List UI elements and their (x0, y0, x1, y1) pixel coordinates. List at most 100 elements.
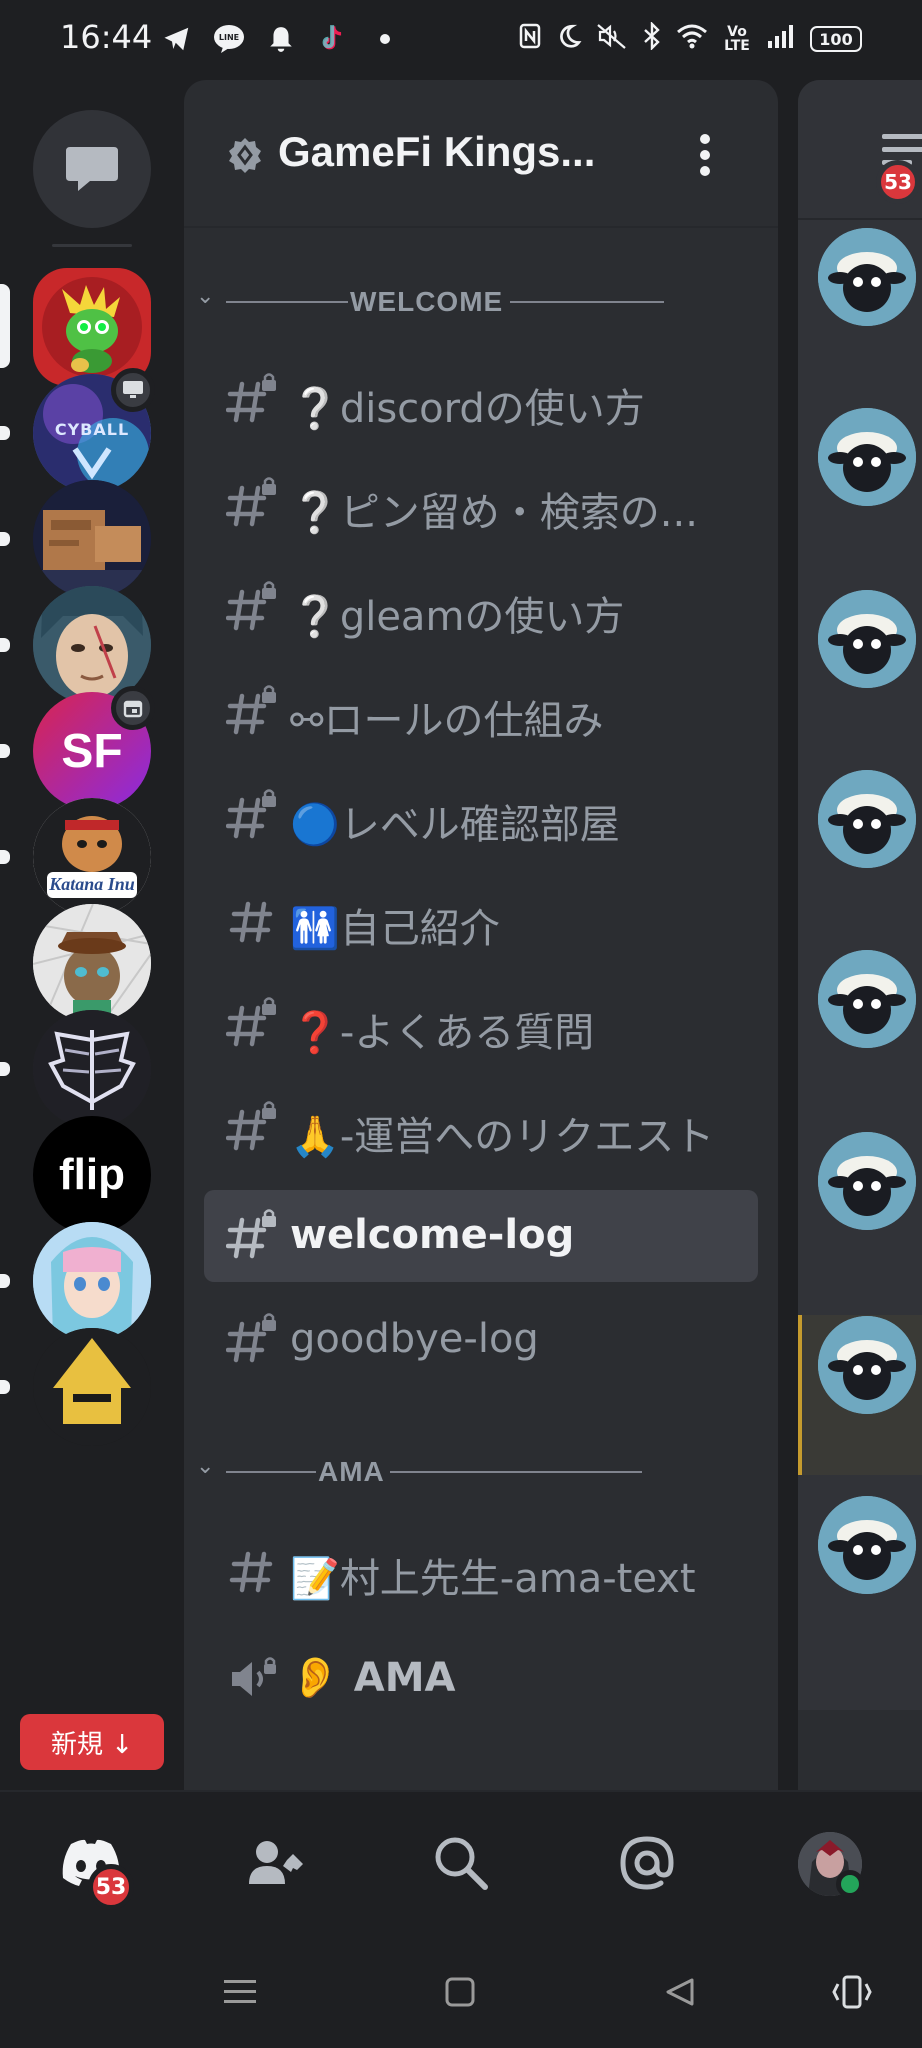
channel-welcome-log[interactable]: welcome-log (204, 1190, 758, 1282)
more-options-icon[interactable] (690, 130, 720, 180)
category-rule (226, 301, 348, 303)
server-rabbit-club[interactable] (33, 904, 151, 1022)
server-katana-inu[interactable]: Katana Inu (33, 798, 151, 916)
channel-name: ❔discordの使い方 (290, 386, 645, 432)
message-avatar[interactable] (818, 1496, 916, 1594)
category-welcome[interactable]: ⌄ WELCOME (184, 282, 778, 322)
dot-icon (368, 22, 402, 56)
line-label: LINE (219, 33, 239, 42)
channel-faq[interactable]: ❓-よくある質問 (204, 978, 758, 1070)
channel-emoji: 🔵 (290, 802, 340, 848)
katana-inu-icon (33, 798, 151, 916)
chat-bubble-icon (66, 147, 118, 191)
bell-icon (264, 22, 298, 56)
server-anime-girl[interactable] (33, 1222, 151, 1340)
sheep-avatar-icon (818, 590, 916, 688)
online-status-indicator (836, 1870, 864, 1898)
channel-emoji: 🚻 (290, 906, 340, 952)
category-label: AMA (318, 1456, 385, 1487)
locked-text-channel-icon (226, 1101, 276, 1151)
active-server-pill (0, 284, 10, 368)
channel-goodbye-log[interactable]: goodbye-log (204, 1294, 758, 1386)
server-samurai[interactable] (33, 1328, 151, 1446)
channel-name: 📝村上先生-ama-text (290, 1556, 696, 1602)
channel-introduction[interactable]: 🚻自己紹介 (204, 874, 758, 966)
sheep-avatar-icon (818, 950, 916, 1048)
rabbit-avatar-icon (33, 904, 151, 1022)
locked-text-channel-icon (226, 1209, 276, 1259)
message-avatar[interactable] (818, 228, 916, 326)
recents-menu-icon[interactable] (220, 1972, 260, 2012)
wifi-icon (676, 23, 708, 55)
locked-text-channel-icon (226, 581, 276, 631)
home-square-icon[interactable] (440, 1972, 480, 2012)
notification-icons: LINE (160, 22, 402, 56)
nav-friends[interactable] (242, 1828, 312, 1898)
category-ama[interactable]: ⌄ AMA (184, 1452, 778, 1492)
wings-emblem-icon (33, 1010, 151, 1128)
chevron-down-icon: ⌄ (196, 1454, 215, 1479)
friends-icon (249, 1841, 303, 1884)
sheep-avatar-icon (818, 1316, 916, 1414)
nav-search[interactable] (426, 1828, 496, 1898)
server-wings[interactable] (33, 1010, 151, 1128)
line-icon: LINE (212, 22, 246, 56)
rotate-screen-icon[interactable] (832, 1972, 872, 2012)
text-channel-icon (229, 901, 273, 943)
sheep-avatar-icon (818, 1132, 916, 1230)
message-avatar[interactable] (818, 590, 916, 688)
channel-name: 👂 AMA (290, 1655, 456, 1701)
message-avatar[interactable] (818, 1316, 916, 1414)
status-bar: 16:44 LINE Vo LTE 100 (0, 0, 922, 80)
channel-name: ❓-よくある質問 (290, 1010, 595, 1056)
locked-text-channel-icon (226, 477, 276, 527)
message-avatar[interactable] (818, 1132, 916, 1230)
peek-unread-badge: 53 (876, 160, 920, 204)
mute-icon (596, 22, 628, 56)
camera-art-icon (33, 480, 151, 598)
channel-roles[interactable]: ⚯ロールの仕組み (204, 666, 758, 758)
signal-icon (766, 23, 796, 55)
peek-input-area (798, 1710, 922, 1790)
peek-header: 53 (798, 80, 922, 220)
dragon-icon (42, 277, 142, 377)
channel-level-check[interactable]: 🔵レベル確認部屋 (204, 770, 758, 862)
channel-name: welcome-log (290, 1212, 575, 1258)
guild-header[interactable]: GameFi Kings... (184, 80, 778, 228)
channel-discord-usage[interactable]: ❔discordの使い方 (204, 354, 758, 446)
server-flip[interactable]: flip (33, 1116, 151, 1234)
new-unreads-button[interactable]: 新規 ↓ (20, 1714, 164, 1770)
direct-messages-button[interactable] (33, 110, 151, 228)
unread-pill (0, 850, 10, 864)
sheep-avatar-icon (818, 1496, 916, 1594)
mentions-icon (620, 1836, 674, 1890)
message-avatar[interactable] (818, 408, 916, 506)
nfc-icon (518, 22, 542, 56)
chevron-down-icon: ⌄ (196, 284, 215, 309)
channel-name: goodbye-log (290, 1316, 539, 1362)
anime-girl-icon (33, 1222, 151, 1340)
locked-text-channel-icon (226, 1313, 276, 1363)
channel-emoji: ❓ (290, 1010, 340, 1056)
chat-peek-panel[interactable]: 53 (798, 80, 922, 1790)
channel-gleam-usage[interactable]: ❔gleamの使い方 (204, 562, 758, 654)
channel-ama-voice[interactable]: 👂 AMA (204, 1632, 758, 1724)
sheep-avatar-icon (818, 770, 916, 868)
unread-pill (0, 1274, 10, 1288)
channel-ama-text[interactable]: 📝村上先生-ama-text (204, 1524, 758, 1616)
message-avatar[interactable] (818, 950, 916, 1048)
channel-emoji: 📝 (290, 1556, 340, 1602)
category-rule (510, 301, 664, 303)
category-rule (226, 1471, 316, 1473)
home-unread-badge: 53 (88, 1864, 134, 1910)
guild-name: GameFi Kings... (278, 128, 596, 175)
calendar-icon (123, 700, 143, 718)
message-avatar[interactable] (818, 770, 916, 868)
event-badge (111, 686, 155, 730)
back-triangle-icon[interactable] (660, 1972, 700, 2012)
channel-requests[interactable]: 🙏-運営へのリクエスト (204, 1082, 758, 1174)
server-camera[interactable] (33, 480, 151, 598)
sheep-avatar-icon (818, 408, 916, 506)
nav-mentions[interactable] (612, 1828, 682, 1898)
channel-pin-search[interactable]: ❔ピン留め・検索の... (204, 458, 758, 550)
